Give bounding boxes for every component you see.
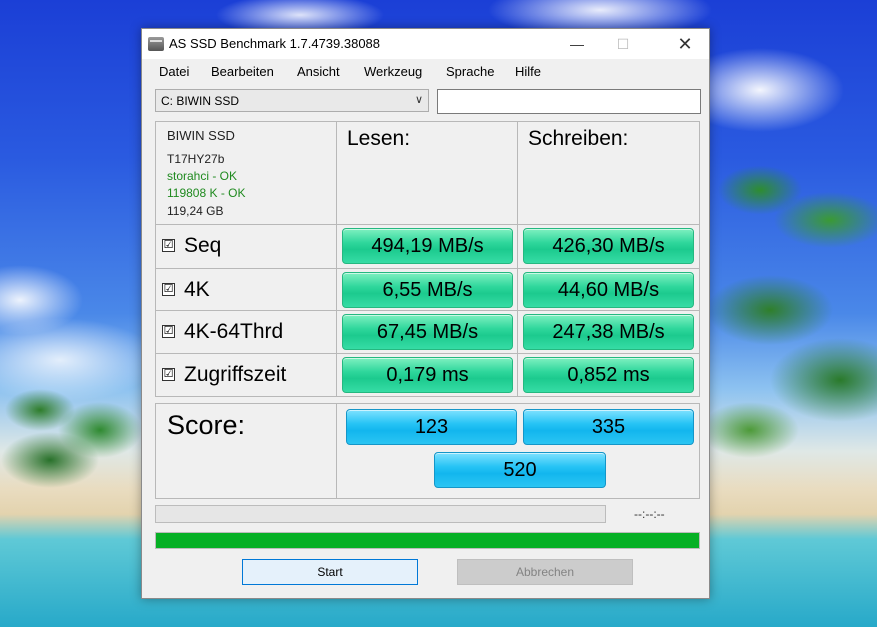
test-progress-bar	[155, 505, 606, 523]
close-icon: ✕	[677, 33, 693, 54]
maximize-button[interactable]: ☐	[600, 29, 646, 59]
menu-ansicht[interactable]: Ansicht	[297, 64, 340, 79]
drive-select-value: C: BIWIN SSD	[161, 94, 240, 108]
menu-bearbeiten[interactable]: Bearbeiten	[211, 64, 274, 79]
4k-64thrd-write-value: 247,38 MB/s	[523, 314, 694, 350]
menu-sprache[interactable]: Sprache	[446, 64, 494, 79]
test-row-seq: ☑ Seq	[155, 224, 337, 269]
access-time-checkbox[interactable]: ☑	[162, 368, 175, 381]
score-write-value: 335	[523, 409, 694, 445]
score-label: Score:	[167, 410, 246, 440]
drive-model: BIWIN SSD	[167, 128, 235, 143]
title-bar[interactable]: AS SSD Benchmark 1.7.4739.38088 — ☐ ✕	[142, 29, 709, 59]
write-header-label: Schreiben:	[528, 127, 629, 150]
minimize-button[interactable]: —	[554, 29, 600, 59]
access-time-label: Zugriffszeit	[184, 363, 287, 386]
alignment-status: 119808 K - OK	[167, 186, 246, 200]
results-grid: BIWIN SSD T17HY27b storahci - OK 119808 …	[155, 121, 700, 499]
score-read-value: 123	[346, 409, 517, 445]
4k-64thrd-checkbox[interactable]: ☑	[162, 325, 175, 338]
4k-read-value: 6,55 MB/s	[342, 272, 513, 308]
access-time-read-value: 0,179 ms	[342, 357, 513, 393]
score-label-cell: Score:	[155, 403, 337, 499]
maximize-icon: ☐	[616, 35, 630, 52]
test-row-4k: ☑ 4K	[155, 268, 337, 311]
4k-label: 4K	[184, 278, 210, 301]
start-button[interactable]: Start	[242, 559, 418, 585]
close-button[interactable]: ✕	[662, 29, 708, 59]
abort-button[interactable]: Abbrechen	[457, 559, 633, 585]
side-text-field[interactable]	[437, 89, 701, 114]
drive-firmware: T17HY27b	[167, 152, 225, 166]
wallpaper-palms-left	[0, 370, 142, 490]
menu-werkzeug[interactable]: Werkzeug	[364, 64, 422, 79]
read-column-header: Lesen:	[336, 121, 518, 225]
4k-64thrd-label: 4K-64Thrd	[184, 320, 284, 343]
chevron-down-icon: ∨	[414, 94, 423, 106]
wallpaper-palms-right	[710, 130, 877, 460]
elapsed-time: --:--:--	[634, 507, 665, 521]
4k-write-value: 44,60 MB/s	[523, 272, 694, 308]
read-header-label: Lesen:	[347, 127, 411, 150]
drive-info-panel: BIWIN SSD T17HY27b storahci - OK 119808 …	[155, 121, 337, 225]
score-total-value: 520	[434, 452, 606, 488]
menu-datei[interactable]: Datei	[159, 64, 189, 79]
write-column-header: Schreiben:	[517, 121, 700, 225]
seq-read-value: 494,19 MB/s	[342, 228, 513, 264]
test-row-4k-64thrd: ☑ 4K-64Thrd	[155, 310, 337, 354]
menu-bar: Datei Bearbeiten Ansicht Werkzeug Sprach…	[142, 59, 709, 83]
4k-checkbox[interactable]: ☑	[162, 283, 175, 296]
seq-write-value: 426,30 MB/s	[523, 228, 694, 264]
driver-status: storahci - OK	[167, 169, 238, 183]
drive-size: 119,24 GB	[167, 204, 224, 218]
window-title: AS SSD Benchmark 1.7.4739.38088	[169, 36, 381, 51]
4k-64thrd-read-value: 67,45 MB/s	[342, 314, 513, 350]
app-drive-icon	[148, 37, 164, 51]
menu-hilfe[interactable]: Hilfe	[515, 64, 541, 79]
total-progress-fill	[156, 533, 699, 548]
as-ssd-window: AS SSD Benchmark 1.7.4739.38088 — ☐ ✕ Da…	[141, 28, 710, 599]
total-progress-bar	[155, 532, 700, 549]
seq-label: Seq	[184, 234, 222, 257]
test-row-access-time: ☑ Zugriffszeit	[155, 353, 337, 397]
drive-select[interactable]: C: BIWIN SSD ∨	[155, 89, 429, 112]
access-time-write-value: 0,852 ms	[523, 357, 694, 393]
seq-checkbox[interactable]: ☑	[162, 239, 175, 252]
minimize-icon: —	[570, 36, 584, 52]
